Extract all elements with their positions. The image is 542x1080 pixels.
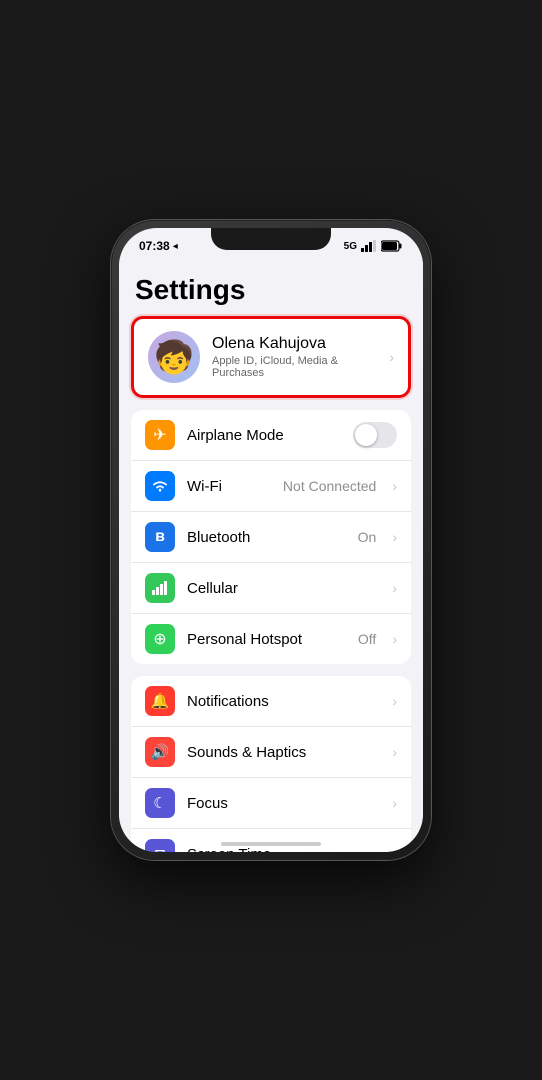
screentime-icon: ⊠ [154, 846, 166, 853]
settings-row-hotspot[interactable]: ⊕ Personal Hotspot Off › [131, 614, 411, 664]
sounds-label: Sounds & Haptics [187, 744, 380, 761]
network-type: 5G [344, 241, 357, 252]
wifi-icon [151, 479, 169, 493]
phone-screen: 07:38 ◂ 5G [119, 228, 423, 852]
settings-group-network: ✈ Airplane Mode [131, 410, 411, 664]
bluetooth-chevron: › [392, 529, 397, 545]
settings-row-wifi[interactable]: Wi-Fi Not Connected › [131, 461, 411, 512]
screentime-chevron: › [392, 846, 397, 852]
notifications-icon-box: 🔔 [145, 686, 175, 716]
hotspot-icon: ⊕ [153, 629, 166, 649]
profile-subtitle: Apple ID, iCloud, Media & Purchases [212, 355, 377, 379]
bluetooth-icon-box: ʙ [145, 522, 175, 552]
bluetooth-label: Bluetooth [187, 529, 346, 546]
hotspot-icon-box: ⊕ [145, 624, 175, 654]
home-indicator [221, 842, 321, 846]
phone-frame: 07:38 ◂ 5G [111, 220, 431, 860]
signal-icon [361, 240, 377, 252]
focus-label: Focus [187, 795, 380, 812]
cellular-icon-box [145, 573, 175, 603]
settings-row-focus[interactable]: ☾ Focus › [131, 778, 411, 829]
focus-icon: ☾ [153, 794, 166, 812]
wifi-label: Wi-Fi [187, 478, 271, 495]
profile-name: Olena Kahujova [212, 335, 377, 353]
profile-chevron: › [389, 349, 394, 365]
screentime-label: Screen Time [187, 846, 380, 853]
profile-card[interactable]: 🧒 Olena Kahujova Apple ID, iCloud, Media… [131, 316, 411, 398]
hotspot-chevron: › [392, 631, 397, 647]
hotspot-value: Off [358, 631, 376, 647]
settings-row-airplane-mode[interactable]: ✈ Airplane Mode [131, 410, 411, 461]
wifi-chevron: › [392, 478, 397, 494]
settings-group-notifications: 🔔 Notifications › 🔊 Sounds & Haptics › [131, 676, 411, 852]
wifi-icon-box [145, 471, 175, 501]
notch [211, 228, 331, 250]
avatar-emoji: 🧒 [154, 338, 194, 376]
screen-content[interactable]: Settings 🧒 Olena Kahujova Apple ID, iClo… [119, 258, 423, 852]
cellular-label: Cellular [187, 580, 380, 597]
page-title: Settings [119, 258, 423, 316]
settings-row-cellular[interactable]: Cellular › [131, 563, 411, 614]
airplane-mode-icon: ✈ [145, 420, 175, 450]
sounds-icon-box: 🔊 [145, 737, 175, 767]
notifications-label: Notifications [187, 693, 380, 710]
focus-icon-box: ☾ [145, 788, 175, 818]
notifications-chevron: › [392, 693, 397, 709]
avatar: 🧒 [148, 331, 200, 383]
bluetooth-icon: ʙ [155, 528, 165, 546]
sounds-chevron: › [392, 744, 397, 760]
airplane-mode-toggle[interactable] [353, 422, 397, 448]
settings-row-bluetooth[interactable]: ʙ Bluetooth On › [131, 512, 411, 563]
focus-chevron: › [392, 795, 397, 811]
cellular-chevron: › [392, 580, 397, 596]
profile-info: Olena Kahujova Apple ID, iCloud, Media &… [212, 335, 377, 379]
wifi-value: Not Connected [283, 478, 376, 494]
screentime-icon-box: ⊠ [145, 839, 175, 852]
status-time: 07:38 [139, 239, 170, 253]
settings-row-screentime[interactable]: ⊠ Screen Time › [131, 829, 411, 852]
airplane-mode-label: Airplane Mode [187, 427, 341, 444]
notifications-icon: 🔔 [151, 692, 170, 710]
settings-row-sounds[interactable]: 🔊 Sounds & Haptics › [131, 727, 411, 778]
battery-icon [381, 240, 403, 252]
status-right: 5G [344, 240, 403, 252]
location-icon: ◂ [173, 241, 178, 252]
sounds-icon: 🔊 [151, 743, 170, 761]
cellular-icon [152, 581, 168, 595]
hotspot-label: Personal Hotspot [187, 631, 346, 648]
settings-row-notifications[interactable]: 🔔 Notifications › [131, 676, 411, 727]
toggle-thumb [355, 424, 377, 446]
bluetooth-value: On [358, 529, 377, 545]
